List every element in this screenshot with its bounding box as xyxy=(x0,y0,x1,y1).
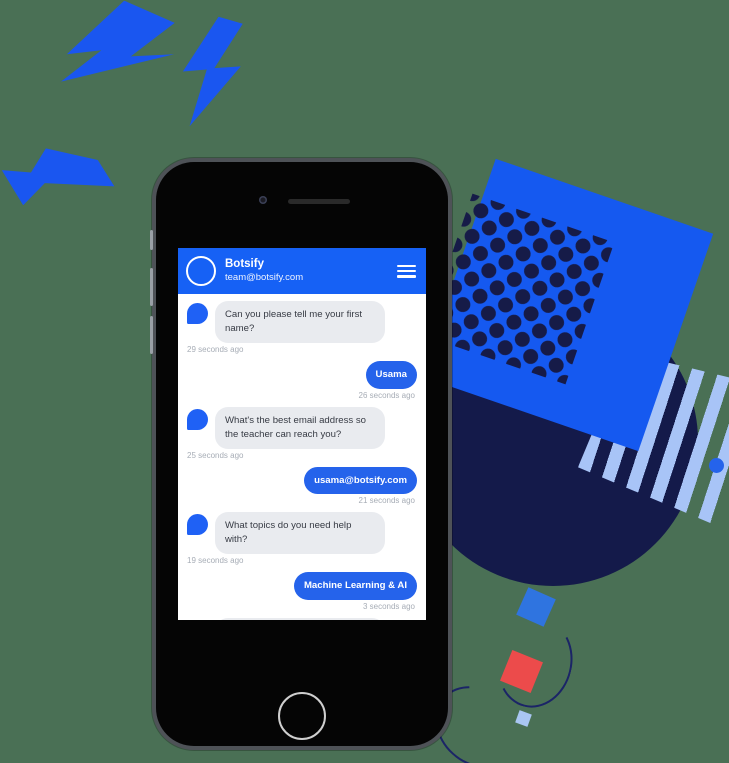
bot-avatar-icon xyxy=(187,408,208,430)
message-timestamp: 19 seconds ago xyxy=(187,556,244,566)
user-message-row: usama@botsify.com xyxy=(187,466,417,495)
message-timestamp: 25 seconds ago xyxy=(187,450,244,460)
lightning-bolt-icon-1 xyxy=(7,0,183,150)
message-timestamp: 3 seconds ago xyxy=(362,602,415,612)
phone-screen-bezel: Botsify team@botsify.com Can you please … xyxy=(156,162,448,746)
bot-avatar-icon xyxy=(187,514,208,536)
camera-icon xyxy=(259,196,267,204)
bot-message-row: What's the best email address so the tea… xyxy=(187,406,417,449)
message-timestamp: 29 seconds ago xyxy=(187,344,244,354)
avatar xyxy=(186,256,216,286)
chat-header-email: team@botsify.com xyxy=(225,271,304,283)
user-message-row: Usama xyxy=(187,360,417,389)
home-button[interactable] xyxy=(278,692,326,740)
bot-message-row: Thanks for the registration, the teach w… xyxy=(187,618,417,620)
silent-switch[interactable] xyxy=(150,230,153,250)
volume-up-button[interactable] xyxy=(150,268,153,306)
bot-message-row: What topics do you need help with? xyxy=(187,512,417,555)
bot-message-bubble: What topics do you need help with? xyxy=(215,512,385,555)
hamburger-menu-icon[interactable] xyxy=(397,264,416,278)
chat-header-text: Botsify team@botsify.com xyxy=(225,258,397,283)
blue-dot-shape xyxy=(709,458,724,473)
message-timestamp: 21 seconds ago xyxy=(358,496,416,506)
mockup-stage: Botsify team@botsify.com Can you please … xyxy=(0,0,729,763)
user-message-bubble: Usama xyxy=(365,360,417,389)
user-message-bubble: usama@botsify.com xyxy=(304,466,417,495)
lightning-bolt-icon-2 xyxy=(172,13,245,131)
volume-down-button[interactable] xyxy=(150,316,153,354)
page-title: Botsify xyxy=(225,258,264,271)
speaker-grille xyxy=(288,199,350,204)
user-message-bubble: Machine Learning & AI xyxy=(293,572,417,601)
message-timestamp: 26 seconds ago xyxy=(358,390,416,400)
lightning-bolt-icon-3 xyxy=(1,146,115,206)
message-list[interactable]: Can you please tell me your first name? 2… xyxy=(178,294,426,620)
bot-avatar-icon xyxy=(187,303,208,324)
bot-message-bubble: What's the best email address so the tea… xyxy=(215,406,385,449)
bot-message-row: Can you please tell me your first name? xyxy=(187,301,417,343)
phone-display: Botsify team@botsify.com Can you please … xyxy=(178,248,426,620)
phone-device: Botsify team@botsify.com Can you please … xyxy=(150,158,452,750)
bot-message-bubble: Thanks for the registration, the teach w… xyxy=(215,618,385,620)
user-message-row: Machine Learning & AI xyxy=(187,572,417,601)
bot-message-bubble: Can you please tell me your first name? xyxy=(215,301,385,343)
chat-header: Botsify team@botsify.com xyxy=(178,248,426,294)
